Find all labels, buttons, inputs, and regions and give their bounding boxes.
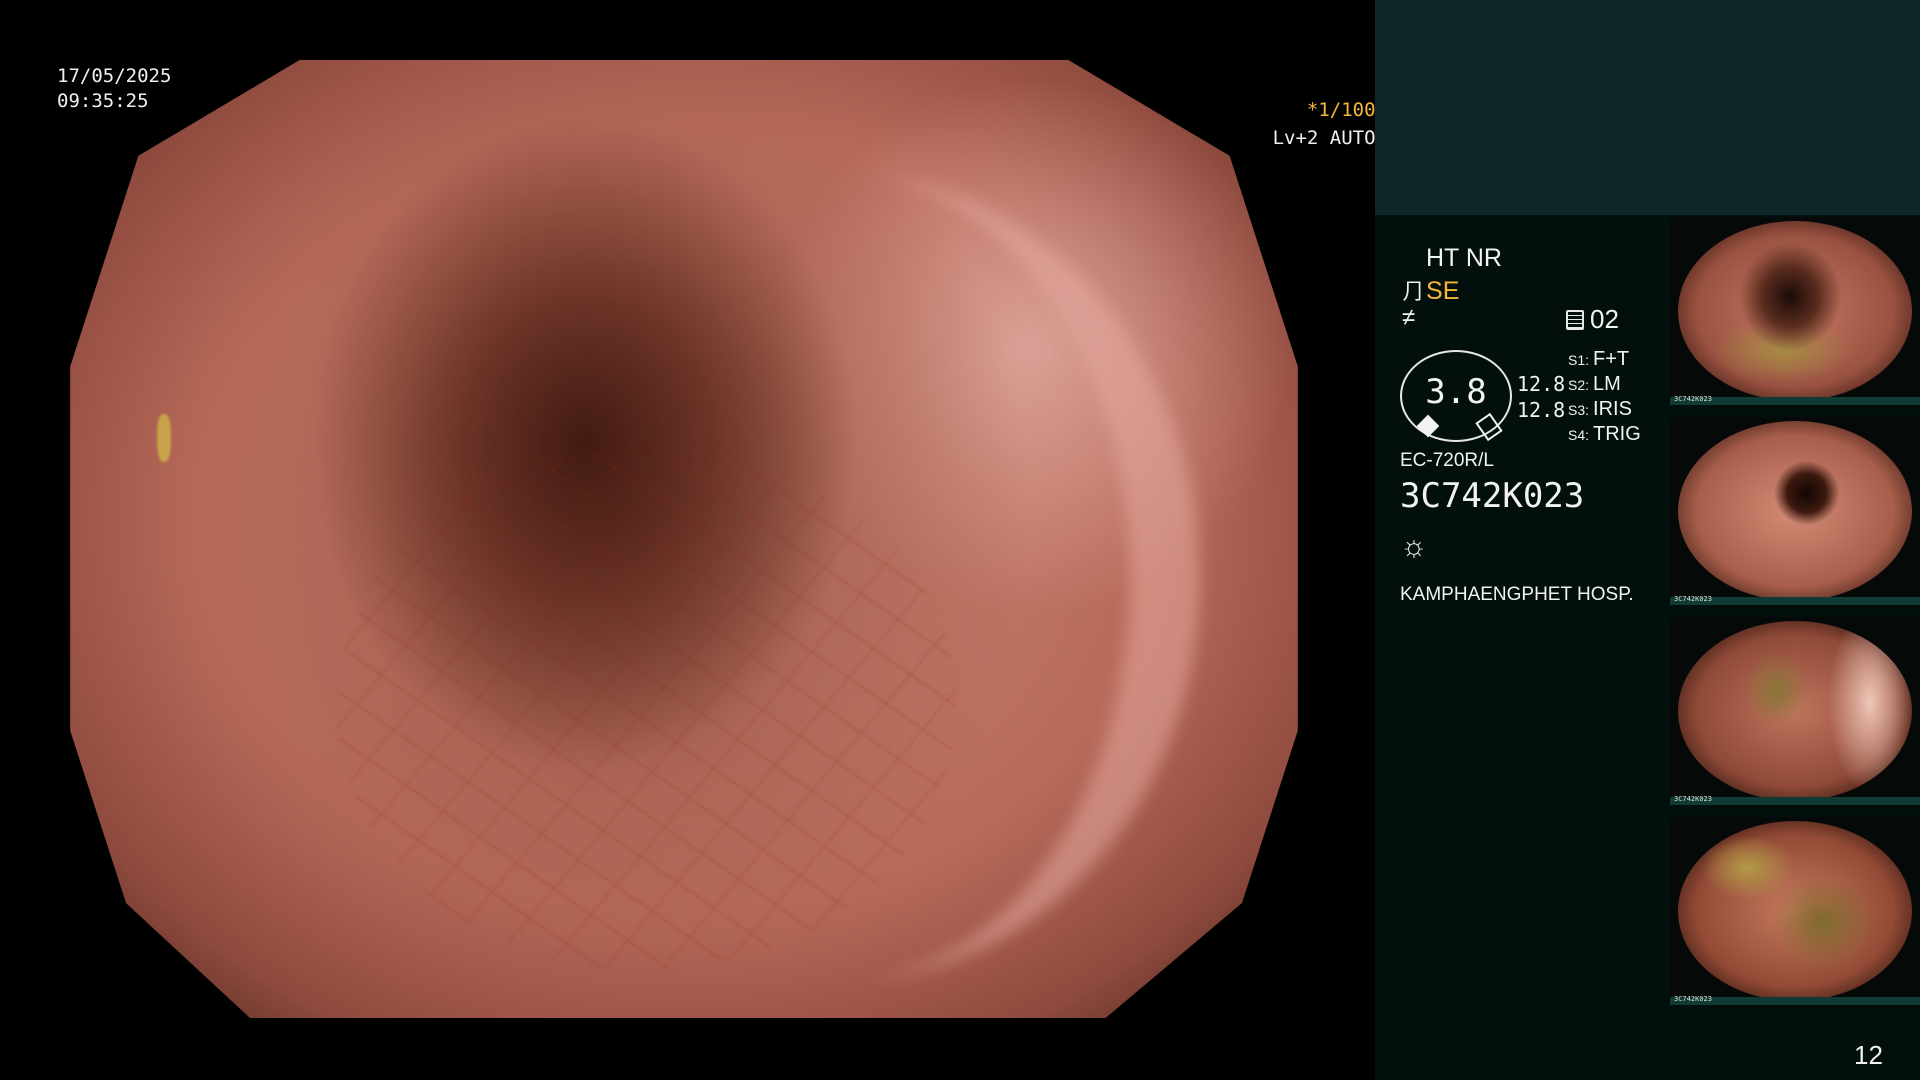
page-number: 12 xyxy=(1854,1040,1883,1070)
switch-value: IRIS xyxy=(1593,398,1632,420)
memory-slot: 02 xyxy=(1566,304,1619,335)
light-icon: ☼ xyxy=(1400,530,1428,563)
enhancement-mode: ⺆SE xyxy=(1402,274,1459,306)
captured-thumbnail[interactable]: 3C742K023 xyxy=(1670,817,1920,1005)
osd-date: 17/05/2025 xyxy=(57,65,172,87)
image-mode: HT NR xyxy=(1426,244,1502,272)
switch-s4: S4: TRIG xyxy=(1568,423,1641,446)
switch-value: F+T xyxy=(1593,348,1630,370)
brightness-level: Lv+2 AUTO xyxy=(1272,127,1376,149)
dial-value: 3.8 xyxy=(1425,372,1487,412)
switch-key: S2: xyxy=(1568,377,1590,393)
osd-brightness-level: Lv+2 AUTO◎ xyxy=(1273,126,1387,151)
scope-model: EC-720R/L xyxy=(1400,450,1494,471)
thumbnail-label: 3C742K023 xyxy=(1674,395,1712,403)
memory-number: 02 xyxy=(1590,304,1619,334)
enhancement-label: SE xyxy=(1426,277,1460,305)
vascular-pattern xyxy=(336,443,957,971)
osd-datetime: 17/05/2025 09:35:25 xyxy=(57,64,171,114)
endoscopic-image xyxy=(70,60,1298,1018)
enhance-icon: ⺆ xyxy=(1402,279,1425,304)
debris-spot xyxy=(157,414,171,463)
side-top-panel xyxy=(1375,0,1920,215)
osd-time: 09:35:25 xyxy=(57,90,149,112)
gain-value-2: 12.8 xyxy=(1517,398,1566,422)
thumbnail-image xyxy=(1678,221,1912,401)
switch-value: LM xyxy=(1593,373,1621,395)
shutter-speed: *1/100 xyxy=(1306,99,1376,121)
captured-thumbnail[interactable]: 3C742K023 xyxy=(1670,417,1920,605)
thumbnail-image xyxy=(1678,621,1912,801)
zoom-dial: 3.8 xyxy=(1400,350,1512,442)
captured-thumbnail[interactable]: 3C742K023 xyxy=(1670,617,1920,805)
thumbnail-image xyxy=(1678,821,1912,1001)
captured-thumbnail[interactable]: 3C742K023 xyxy=(1670,217,1920,405)
memory-icon xyxy=(1566,310,1584,330)
switch-key: S4: xyxy=(1568,427,1590,443)
endoscope-video-area xyxy=(0,0,1375,1080)
switch-s3: S3: IRIS xyxy=(1568,398,1632,421)
thumbnail-label: 3C742K023 xyxy=(1674,995,1712,1003)
switch-s1: S1: F+T xyxy=(1568,348,1629,371)
hospital-name: KAMPHAENGPHET HOSP. xyxy=(1400,584,1634,605)
switch-key: S1: xyxy=(1568,352,1590,368)
gain-value-1: 12.8 xyxy=(1517,372,1566,396)
thumbnail-label: 3C742K023 xyxy=(1674,795,1712,803)
thumbnail-image xyxy=(1678,421,1912,601)
switch-s2: S2: LM xyxy=(1568,373,1621,396)
thumbnail-label: 3C742K023 xyxy=(1674,595,1712,603)
switch-value: TRIG xyxy=(1593,423,1641,445)
structure-icon: ≠ xyxy=(1402,304,1416,331)
switch-key: S3: xyxy=(1568,402,1590,418)
scope-serial: 3C742K023 xyxy=(1400,476,1585,516)
